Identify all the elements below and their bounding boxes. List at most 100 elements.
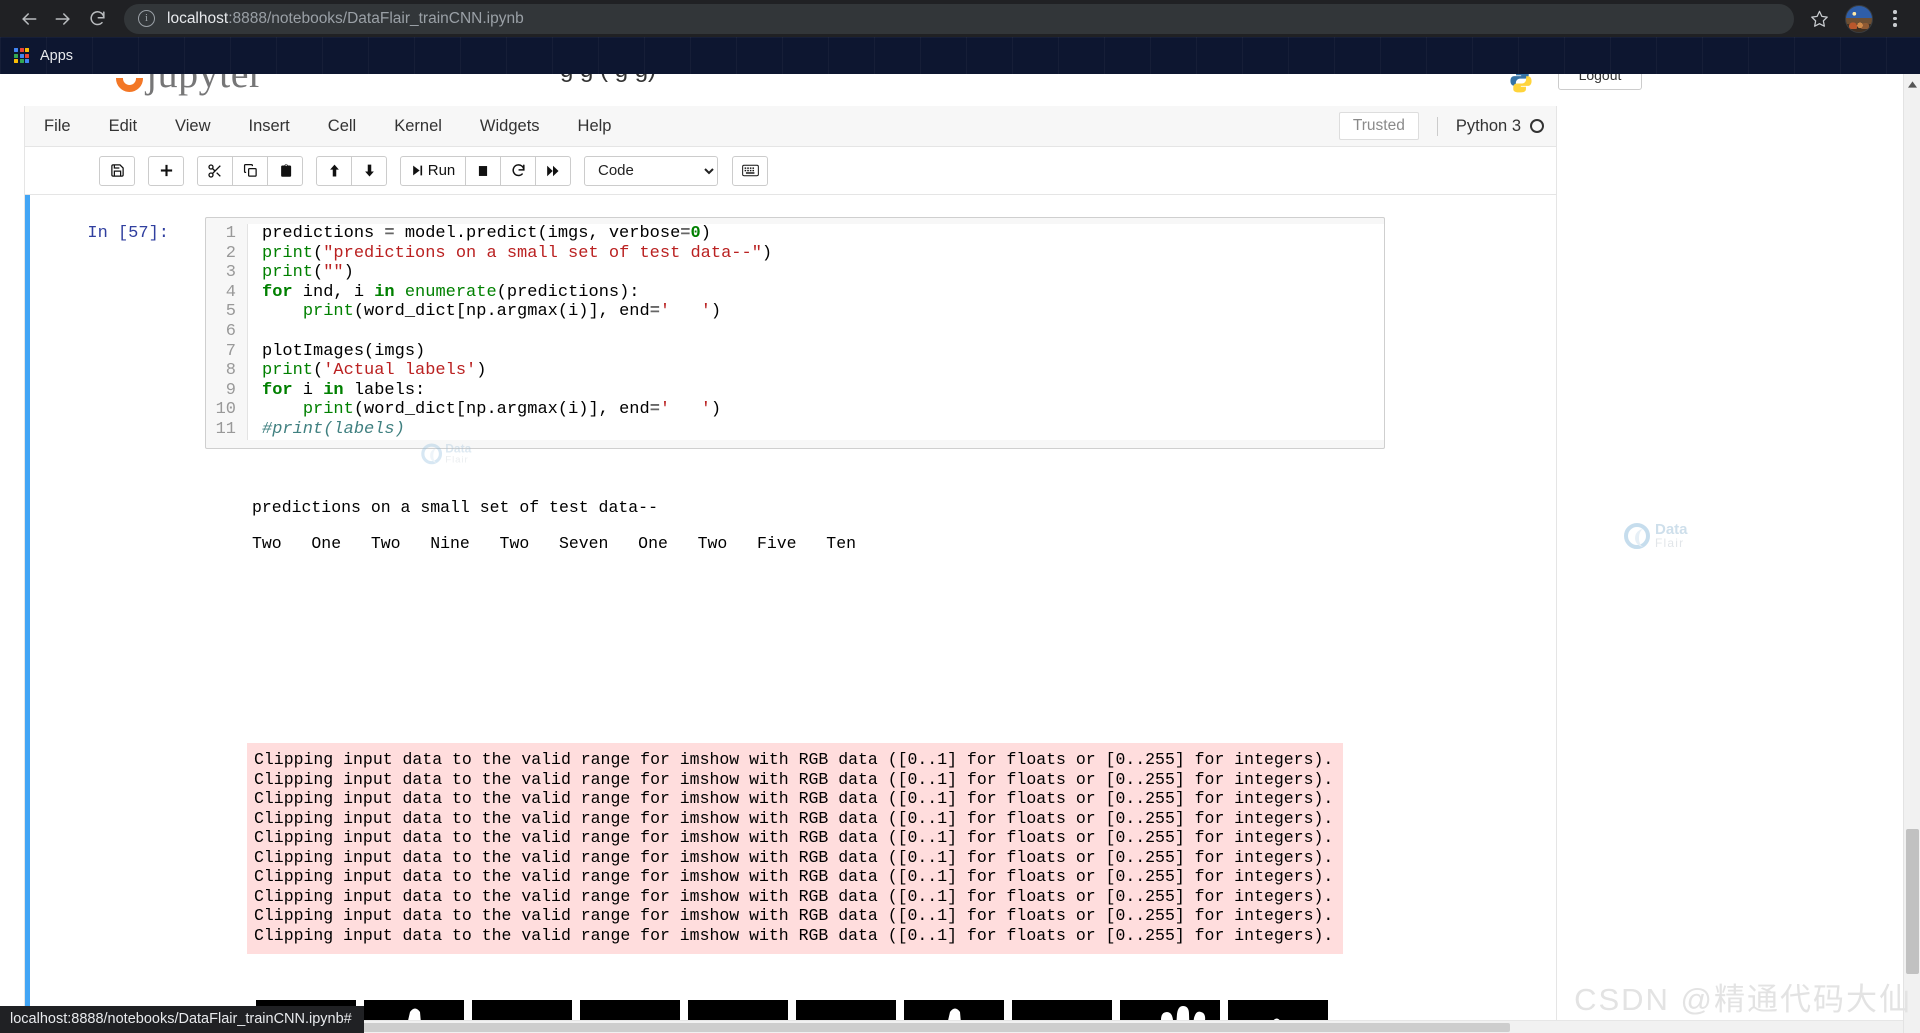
menu-insert[interactable]: Insert: [230, 106, 309, 147]
stderr-line: Clipping input data to the valid range f…: [254, 809, 1343, 829]
code-line[interactable]: 11#print(labels): [206, 420, 1384, 440]
dataflair-logo-icon: [1624, 523, 1650, 549]
cell-selected-indicator: [25, 195, 30, 1033]
python-logo-icon: [1508, 74, 1534, 94]
dataflair-watermark-top: Data: [1655, 522, 1688, 537]
apps-bookmark-label[interactable]: Apps: [40, 48, 73, 64]
bookmark-star-icon[interactable]: [1802, 2, 1836, 36]
scrollbar-thumb[interactable]: [1906, 829, 1919, 974]
stderr-line: Clipping input data to the valid range f…: [254, 848, 1343, 868]
code-line[interactable]: 8print('Actual labels'): [206, 361, 1384, 381]
code-line-source: print(word_dict[np.argmax(i)], end=' '): [248, 302, 721, 322]
forward-button[interactable]: [46, 2, 80, 36]
toolbar-group-save: [99, 156, 135, 186]
jupyter-logo[interactable]: jupyter: [116, 74, 263, 97]
dataflair-watermark-bottom: Flair: [1655, 537, 1688, 549]
paste-cell-button[interactable]: [267, 156, 303, 186]
code-line[interactable]: 10 print(word_dict[np.argmax(i)], end=' …: [206, 400, 1384, 420]
link-status-bubble: localhost:8888/notebooks/DataFlair_train…: [0, 1006, 364, 1033]
code-line[interactable]: 5 print(word_dict[np.argmax(i)], end=' '…: [206, 302, 1384, 322]
notebook-scroll-area[interactable]: In [57]: 1predictions = model.predict(im…: [24, 195, 1557, 1033]
code-line[interactable]: 6: [206, 322, 1384, 342]
kernel-indicator[interactable]: Python 3: [1437, 117, 1544, 136]
run-cell-button[interactable]: Run: [400, 156, 466, 186]
menu-cell[interactable]: Cell: [309, 106, 375, 147]
stderr-line: Clipping input data to the valid range f…: [254, 906, 1343, 926]
restart-run-all-button[interactable]: [535, 156, 571, 186]
code-line-source: [248, 322, 272, 342]
reload-button[interactable]: [80, 2, 114, 36]
move-cell-up-button[interactable]: [316, 156, 352, 186]
menu-file[interactable]: File: [25, 106, 90, 147]
code-line-source: print('Actual labels'): [248, 361, 486, 381]
menu-edit[interactable]: Edit: [90, 106, 156, 147]
input-prompt: In [57]:: [49, 224, 169, 243]
toolbar-group-move: [316, 156, 387, 186]
scrollbar-up-arrow-icon[interactable]: [1904, 76, 1920, 93]
jupyter-notebook-page: jupyter g g ( g g) Logout File Edit View…: [0, 74, 1920, 1033]
save-button[interactable]: [99, 156, 135, 186]
code-line[interactable]: 9for i in labels:: [206, 381, 1384, 401]
code-line-number: 7: [206, 342, 248, 362]
code-line[interactable]: 2print("predictions on a small set of te…: [206, 244, 1384, 264]
dataflair-watermark-top: Data: [445, 443, 471, 455]
code-editor[interactable]: 1predictions = model.predict(imgs, verbo…: [205, 217, 1385, 449]
menu-help[interactable]: Help: [559, 106, 631, 147]
stderr-output: Clipping input data to the valid range f…: [247, 743, 1343, 954]
dataflair-logo-icon: [421, 443, 442, 464]
stderr-line: Clipping input data to the valid range f…: [254, 867, 1343, 887]
restart-kernel-button[interactable]: [500, 156, 536, 186]
code-line-source: #print(labels): [248, 420, 405, 440]
code-line-number: 11: [206, 420, 248, 440]
trusted-badge[interactable]: Trusted: [1339, 112, 1419, 140]
insert-cell-below-button[interactable]: [148, 156, 184, 186]
code-line-number: 1: [206, 224, 248, 244]
command-palette-button[interactable]: [732, 156, 768, 186]
stderr-line: Clipping input data to the valid range f…: [254, 789, 1343, 809]
jupyter-header: jupyter g g ( g g) Logout: [0, 74, 1920, 106]
stderr-line: Clipping input data to the valid range f…: [254, 887, 1343, 907]
toolbar-group-palette: [732, 156, 768, 186]
output-header-line: predictions on a small set of test data-…: [252, 498, 658, 517]
url-text: localhost:8888/notebooks/DataFlair_train…: [167, 10, 524, 28]
code-line[interactable]: 1predictions = model.predict(imgs, verbo…: [206, 224, 1384, 244]
menu-widgets[interactable]: Widgets: [461, 106, 559, 147]
cell-type-select[interactable]: Code Markdown Raw NBConvert Heading: [584, 156, 718, 186]
move-cell-down-button[interactable]: [351, 156, 387, 186]
jupyter-menubar: File Edit View Insert Cell Kernel Widget…: [24, 106, 1557, 147]
code-line-source: for i in labels:: [248, 381, 425, 401]
notebook-title[interactable]: g g ( g g): [560, 74, 656, 84]
code-line-number: 10: [206, 400, 248, 420]
logout-button[interactable]: Logout: [1558, 74, 1642, 90]
bookmarks-bar: Apps: [0, 37, 1920, 74]
code-line[interactable]: 3print(""): [206, 263, 1384, 283]
kernel-status-icon: [1530, 119, 1544, 133]
run-button-label: Run: [428, 162, 456, 179]
code-line-number: 6: [206, 322, 248, 342]
code-line[interactable]: 7plotImages(imgs): [206, 342, 1384, 362]
browser-toolbar: i localhost:8888/notebooks/DataFlair_tra…: [0, 0, 1920, 37]
cut-cell-button[interactable]: [197, 156, 233, 186]
apps-grid-icon[interactable]: [14, 48, 29, 63]
stderr-line: Clipping input data to the valid range f…: [254, 926, 1343, 946]
code-line-source: plotImages(imgs): [248, 342, 425, 362]
page-scrollbar[interactable]: [1903, 74, 1920, 1033]
code-line-source: print(""): [248, 263, 354, 283]
address-bar[interactable]: i localhost:8888/notebooks/DataFlair_tra…: [124, 4, 1794, 34]
interrupt-kernel-button[interactable]: [465, 156, 501, 186]
code-line-number: 3: [206, 263, 248, 283]
menubar-right-group: Trusted Python 3: [1339, 106, 1556, 147]
back-button[interactable]: [12, 2, 46, 36]
profile-avatar[interactable]: [1845, 5, 1873, 33]
url-host: localhost: [167, 10, 228, 27]
stderr-line: Clipping input data to the valid range f…: [254, 828, 1343, 848]
dataflair-watermark-bottom: Flair: [445, 455, 471, 465]
menu-view[interactable]: View: [156, 106, 229, 147]
browser-menu-icon[interactable]: [1882, 2, 1908, 36]
menu-kernel[interactable]: Kernel: [375, 106, 461, 147]
code-line[interactable]: 4for ind, i in enumerate(predictions):: [206, 283, 1384, 303]
stderr-line: Clipping input data to the valid range f…: [254, 770, 1343, 790]
code-line-source: print(word_dict[np.argmax(i)], end=' '): [248, 400, 721, 420]
site-info-icon[interactable]: i: [138, 10, 155, 27]
copy-cell-button[interactable]: [232, 156, 268, 186]
